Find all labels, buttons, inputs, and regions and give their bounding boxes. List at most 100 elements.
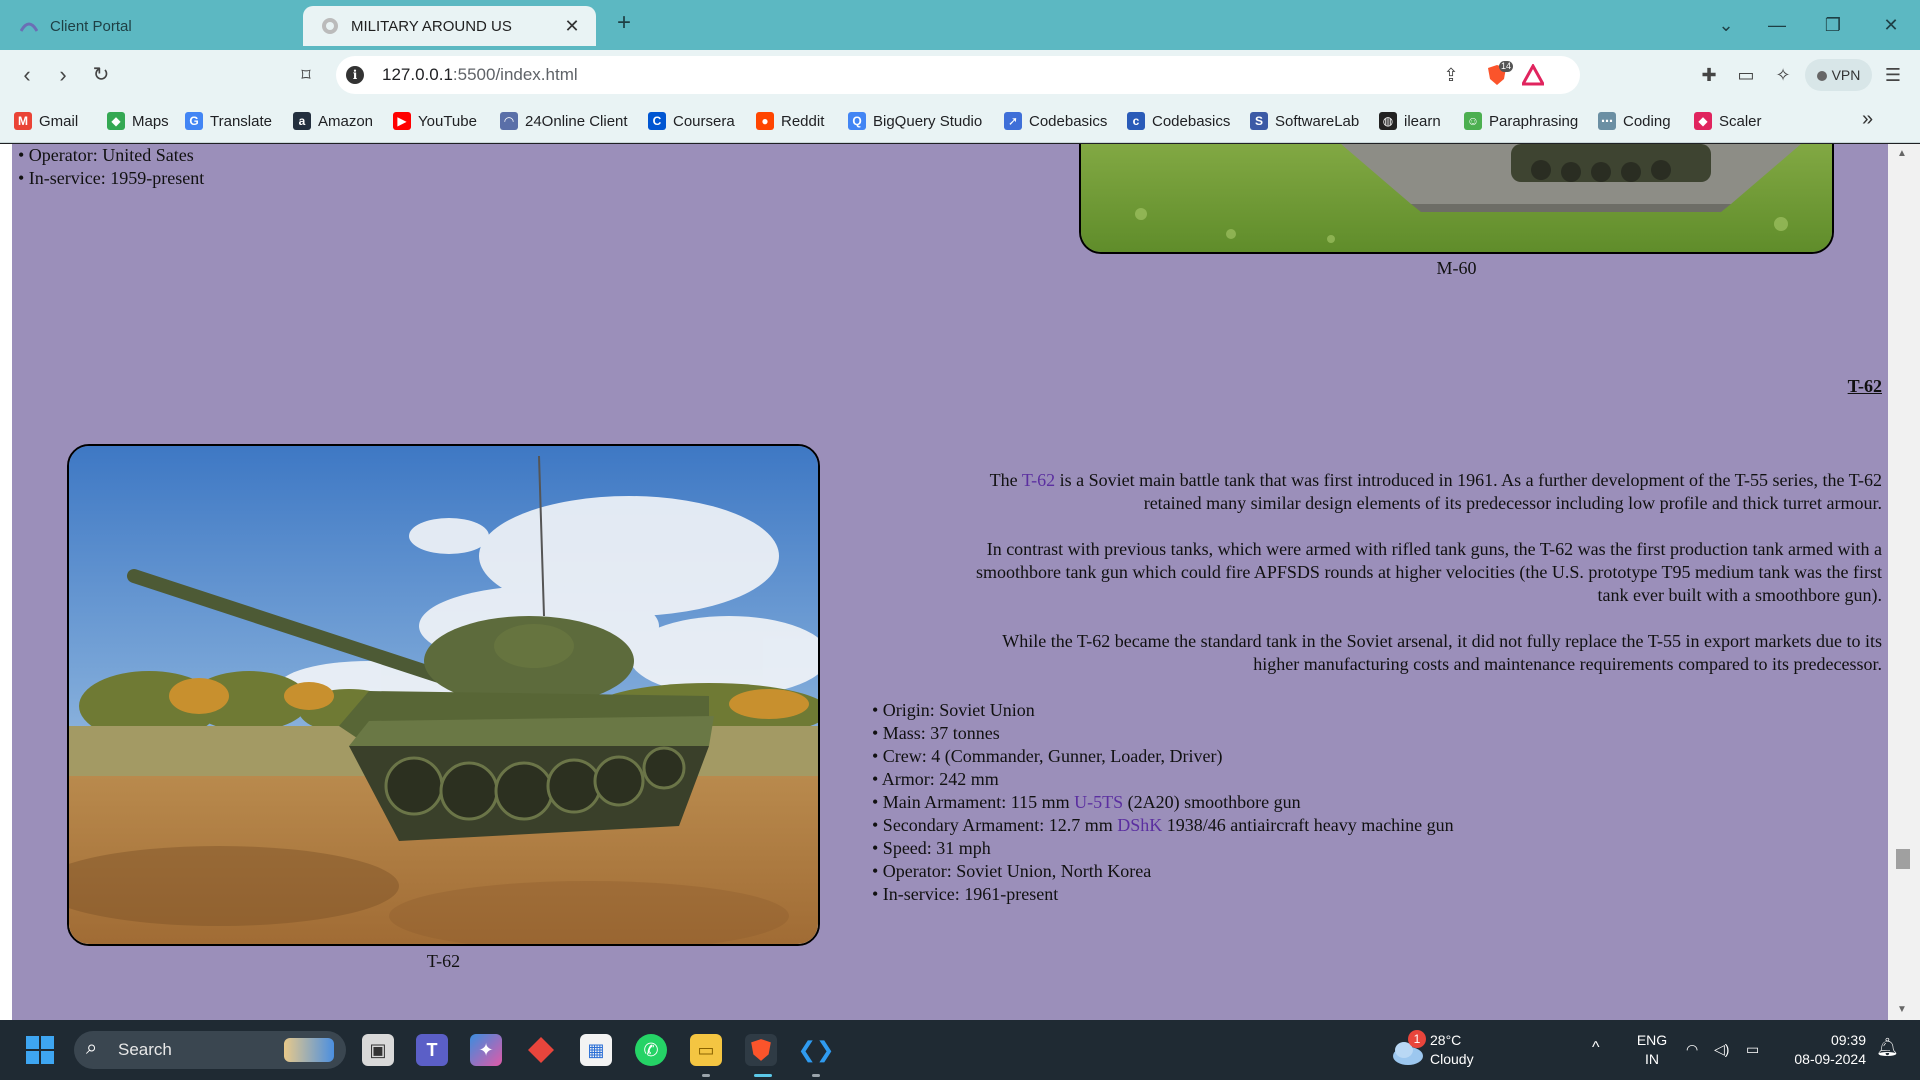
bookmark-item[interactable]: Q BigQuery Studio (848, 110, 982, 132)
new-tab-button[interactable]: + (611, 11, 637, 37)
close-tab-icon[interactable]: ✕ (562, 16, 582, 36)
t62-paragraph-3: While the T-62 became the standard tank … (1002, 631, 1882, 674)
bookmark-item[interactable]: ◆ Scaler (1694, 110, 1762, 132)
wifi-icon[interactable]: ◠ (1686, 1040, 1698, 1059)
bookmark-item[interactable]: ● Reddit (756, 110, 824, 132)
copilot-icon[interactable]: ✦ (470, 1034, 502, 1066)
bookmark-label: Coursera (673, 112, 735, 130)
store-icon[interactable]: ▦ (580, 1034, 612, 1066)
bookmark-label: BigQuery Studio (873, 112, 983, 130)
tab-military-around-us[interactable]: MILITARY AROUND US ✕ (303, 6, 596, 46)
search-icon: ⌕ (86, 1037, 98, 1059)
vscode-icon[interactable]: ❮❯ (798, 1034, 835, 1066)
bookmark-page-icon[interactable]: ⌑ (293, 62, 319, 88)
scaler-icon: ◆ (1694, 112, 1712, 130)
address-bar[interactable]: i 127.0.0.1:5500/index.html ⇪ 14 (336, 56, 1580, 94)
bookmark-item[interactable]: S SoftwareLab (1250, 110, 1359, 132)
battery-icon[interactable]: ▭ (1746, 1040, 1759, 1059)
coding-icon: ⋯ (1598, 112, 1616, 130)
spec-mass: • Mass: 37 tonnes (872, 723, 1000, 743)
brave-rewards-icon[interactable] (1520, 62, 1546, 86)
scroll-down-icon[interactable]: ▼ (1897, 1004, 1907, 1015)
m60-caption: M-60 (1436, 258, 1477, 278)
reddit-icon: ● (756, 112, 774, 130)
bookmark-label: Translate (210, 112, 272, 130)
bookmark-label: 24Online Client (525, 112, 628, 130)
scroll-up-icon[interactable]: ▲ (1897, 148, 1907, 159)
site-info-icon[interactable]: i (346, 66, 364, 84)
bookmark-label: Scaler (1719, 112, 1762, 130)
whatsapp-icon[interactable]: ✆ (635, 1034, 667, 1066)
t62-image (67, 444, 820, 946)
close-window-icon[interactable]: ✕ (1876, 10, 1906, 40)
bookmark-item[interactable]: c Codebasics (1127, 110, 1230, 132)
bookmark-item[interactable]: G Translate (185, 110, 272, 132)
weather-text[interactable]: 28°C Cloudy (1430, 1031, 1474, 1069)
show-hidden-icons-chevron-icon[interactable]: ^ (1592, 1038, 1600, 1057)
tab-client-portal[interactable]: Client Portal (2, 6, 298, 46)
paraphrasing-icon: ☺ (1464, 112, 1482, 130)
bookmark-item[interactable]: C Coursera (648, 110, 735, 132)
windows-start-icon[interactable] (24, 1034, 56, 1066)
more-bookmarks-icon[interactable]: » (1862, 108, 1873, 131)
vpn-status-icon (1816, 71, 1827, 81)
notification-bell-icon[interactable]: 🔔︎ (1876, 1038, 1899, 1057)
bookmark-item[interactable]: a Amazon (293, 110, 373, 132)
red-app-icon[interactable] (525, 1034, 557, 1066)
bookmark-item[interactable]: ◆ Maps (107, 110, 169, 132)
m60-operator: • Operator: United Sates (18, 145, 194, 165)
bookmark-item[interactable]: ◍ ilearn (1379, 110, 1441, 132)
volume-icon[interactable]: ◁) (1714, 1040, 1729, 1059)
teams-icon[interactable]: T (416, 1034, 448, 1066)
spec-speed: • Speed: 31 mph (872, 838, 991, 858)
t62-link[interactable]: T-62 (1022, 470, 1055, 490)
leo-ai-icon[interactable]: ✧ (1771, 63, 1795, 87)
minimize-icon[interactable]: — (1762, 10, 1792, 40)
vpn-button[interactable]: VPN (1805, 59, 1872, 91)
extensions-icon[interactable]: ✚ (1697, 63, 1721, 87)
bookmark-item[interactable]: ◠ 24Online Client (500, 110, 628, 132)
bookmark-label: SoftwareLab (1275, 112, 1360, 130)
file-explorer-icon[interactable]: ▭ (690, 1034, 722, 1066)
page-viewport: • Operator: United Sates • In-service: 1… (0, 144, 1920, 1020)
menu-icon[interactable]: ☰ (1881, 63, 1905, 87)
tab-search-chevron-icon[interactable]: ⌄ (1711, 10, 1741, 40)
weather-icon[interactable]: 1 (1390, 1030, 1426, 1068)
task-view-icon[interactable]: ▣ (362, 1034, 394, 1066)
u5ts-link[interactable]: U-5TS (1074, 792, 1123, 812)
url-text[interactable]: 127.0.0.1:5500/index.html (382, 65, 578, 85)
bookmark-item[interactable]: M Gmail (14, 110, 78, 132)
active-indicator (754, 1074, 772, 1077)
client-portal-favicon-icon (20, 17, 38, 35)
wallet-icon[interactable]: ▭ (1734, 63, 1758, 87)
scrollbar-thumb[interactable] (1896, 849, 1910, 869)
spec-armor: • Armor: 242 mm (872, 769, 999, 789)
maps-icon: ◆ (107, 112, 125, 130)
spec-in-service: • In-service: 1961-present (872, 884, 1059, 904)
brave-shields-icon[interactable]: 14 (1486, 61, 1514, 86)
bookmark-item[interactable]: ☺ Paraphrasing (1464, 110, 1578, 132)
language-indicator[interactable]: ENG IN (1634, 1031, 1670, 1069)
dshk-link[interactable]: DShK (1117, 815, 1162, 835)
clock[interactable]: 09:39 08-09-2024 (1780, 1031, 1866, 1069)
windows-taskbar: ⌕ Search ▣ T ✦ ▦ ✆ ▭ ❮❯ 1 28°C Cloudy ^ … (0, 1020, 1920, 1080)
24online-icon: ◠ (500, 112, 518, 130)
page-scrollbar[interactable]: ▲ ▼ (1888, 144, 1920, 1020)
back-icon[interactable]: ‹ (14, 62, 40, 88)
spec-crew: • Crew: 4 (Commander, Gunner, Loader, Dr… (872, 746, 1223, 766)
reload-icon[interactable]: ↻ (88, 62, 114, 88)
spec-operator: • Operator: Soviet Union, North Korea (872, 861, 1152, 881)
bookmark-item[interactable]: ▶ YouTube (393, 110, 477, 132)
softwarelab-icon: S (1250, 112, 1268, 130)
bookmark-item[interactable]: ➚ Codebasics (1004, 110, 1107, 132)
bookmark-label: Codebasics (1029, 112, 1108, 130)
taskbar-search[interactable]: ⌕ Search (74, 1031, 346, 1069)
forward-icon[interactable]: › (50, 62, 76, 88)
bookmark-item[interactable]: ⋯ Coding (1598, 110, 1671, 132)
bookmark-label: Reddit (781, 112, 825, 130)
restore-icon[interactable]: ❐ (1818, 10, 1848, 40)
brave-taskbar-icon[interactable] (745, 1034, 777, 1066)
share-icon[interactable]: ⇪ (1440, 64, 1462, 86)
bookmark-label: Amazon (318, 112, 374, 130)
bigquery-icon: Q (848, 112, 866, 130)
